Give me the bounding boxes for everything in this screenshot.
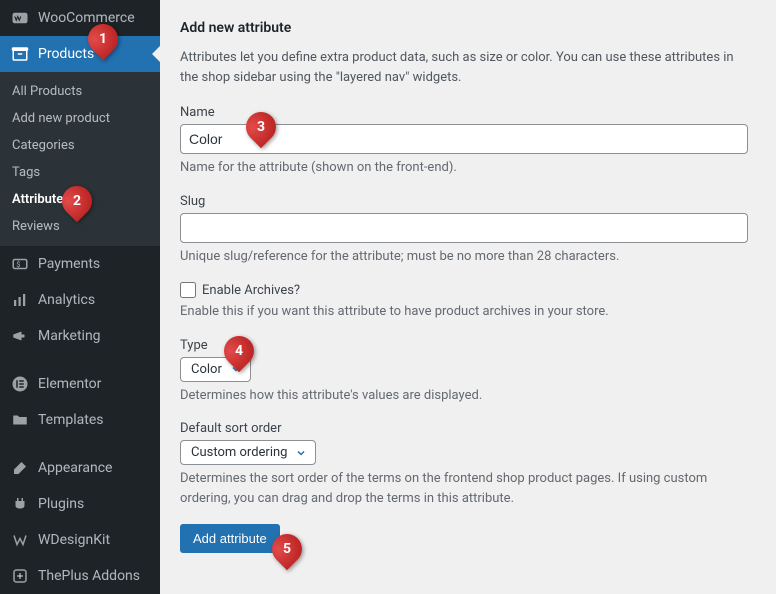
name-help: Name for the attribute (shown on the fro… <box>180 158 748 178</box>
type-help: Determines how this attribute's values a… <box>180 386 748 406</box>
brush-icon <box>10 458 30 478</box>
svg-text:$: $ <box>16 260 20 269</box>
sidebar-item-products[interactable]: Products <box>0 36 160 72</box>
elementor-icon <box>10 374 30 394</box>
sort-help: Determines the sort order of the terms o… <box>180 469 748 508</box>
enable-archives-checkbox[interactable] <box>180 282 196 298</box>
sidebar-item-elementor[interactable]: Elementor <box>0 366 160 402</box>
main-content: Add new attribute Attributes let you def… <box>160 0 776 594</box>
enable-archives-label: Enable Archives? <box>202 283 300 298</box>
sidebar-label: Marketing <box>38 328 101 344</box>
slug-input[interactable] <box>180 213 748 243</box>
sidebar-item-woocommerce[interactable]: WooCommerce <box>0 0 160 36</box>
sidebar-item-wdesignkit[interactable]: WDesignKit <box>0 522 160 558</box>
sidebar-label: Elementor <box>38 376 101 392</box>
sidebar-item-templates[interactable]: Templates <box>0 402 160 438</box>
sort-label: Default sort order <box>180 421 748 436</box>
sidebar-item-payments[interactable]: $ Payments <box>0 246 160 282</box>
add-attribute-button[interactable]: Add attribute <box>180 524 280 553</box>
type-value: Color <box>191 362 222 377</box>
archive-icon <box>10 44 30 64</box>
chart-icon <box>10 290 30 310</box>
chevron-down-icon <box>295 447 307 459</box>
plug-icon <box>10 494 30 514</box>
sidebar-label: Analytics <box>38 292 95 308</box>
sidebar-item-all-products[interactable]: All Products <box>0 78 160 105</box>
slug-help: Unique slug/reference for the attribute;… <box>180 247 748 267</box>
sort-field-row: Default sort order Custom ordering Deter… <box>180 421 748 508</box>
admin-sidebar: WooCommerce Products All Products Add ne… <box>0 0 160 594</box>
sidebar-item-theplus[interactable]: ThePlus Addons <box>0 558 160 594</box>
slug-label: Slug <box>180 194 748 209</box>
submit-row: Add attribute <box>180 524 748 553</box>
archives-help: Enable this if you want this attribute t… <box>180 302 748 322</box>
woocommerce-icon <box>10 8 30 28</box>
sidebar-item-marketing[interactable]: Marketing <box>0 318 160 354</box>
folder-icon <box>10 410 30 430</box>
wdesignkit-icon <box>10 530 30 550</box>
sidebar-item-add-product[interactable]: Add new product <box>0 105 160 132</box>
type-field-row: Type Color Determines how this attribute… <box>180 338 748 406</box>
sidebar-label: Payments <box>38 256 100 272</box>
sidebar-label: Plugins <box>38 496 84 512</box>
sidebar-label: WDesignKit <box>38 532 110 548</box>
sidebar-label: Appearance <box>38 460 112 476</box>
sidebar-item-categories[interactable]: Categories <box>0 132 160 159</box>
archives-field-row: Enable Archives? Enable this if you want… <box>180 282 748 322</box>
intro-text: Attributes let you define extra product … <box>180 48 748 87</box>
page-title: Add new attribute <box>180 20 748 36</box>
sidebar-item-plugins[interactable]: Plugins <box>0 486 160 522</box>
sidebar-item-analytics[interactable]: Analytics <box>0 282 160 318</box>
sidebar-label: WooCommerce <box>38 10 135 26</box>
sort-select[interactable]: Custom ordering <box>180 440 316 465</box>
sidebar-item-appearance[interactable]: Appearance <box>0 450 160 486</box>
theplus-icon <box>10 566 30 586</box>
megaphone-icon <box>10 326 30 346</box>
card-icon: $ <box>10 254 30 274</box>
type-label: Type <box>180 338 748 353</box>
sidebar-label: ThePlus Addons <box>38 568 140 584</box>
sidebar-label: Templates <box>38 412 104 428</box>
slug-field-row: Slug Unique slug/reference for the attri… <box>180 194 748 267</box>
products-submenu: All Products Add new product Categories … <box>0 72 160 246</box>
sort-value: Custom ordering <box>191 445 287 460</box>
sidebar-label: Products <box>38 46 94 62</box>
sidebar-item-tags[interactable]: Tags <box>0 159 160 186</box>
